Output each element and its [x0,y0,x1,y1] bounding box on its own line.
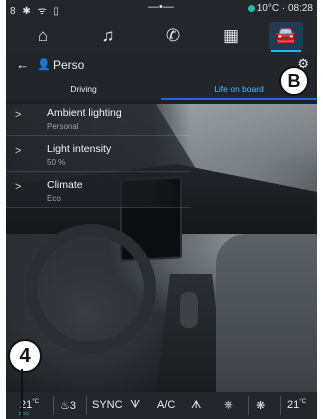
phone-icon[interactable]: ✆ [156,22,190,50]
steering-heat-icon[interactable]: ⎈ [224,399,233,412]
seat-heat-button[interactable]: ♨3 [60,399,76,412]
music-icon[interactable]: ♫ [91,22,125,50]
gear-lever-shape [180,292,198,328]
media-indicator: —•— [148,1,174,13]
outside-temperature: 10°C [256,3,280,14]
apps-grid-icon[interactable]: ▦ [214,22,248,50]
chevron-right-icon: > [15,109,22,121]
right-temperature[interactable]: 21°C [287,399,306,411]
profile-icon: 👤 [37,59,51,71]
ac-button[interactable]: A/C [157,399,175,411]
page-title: Perso [53,58,85,72]
divider [53,396,54,415]
list-item-light-intensity[interactable]: > Light intensity 50 % [6,136,191,172]
list-item-value: Eco [47,194,61,203]
fan-icon[interactable]: ❋ [256,399,265,412]
status-bar: 8 ✱ ᯤ ▯ —•— 10°C · 08:28 [6,0,317,18]
chevron-right-icon: > [15,181,22,193]
list-item-ambient-lighting[interactable]: > Ambient lighting Personal [6,100,191,136]
right-temp-value: 21 [287,399,300,411]
settings-list: > Ambient lighting Personal > Light inte… [6,100,191,208]
chevron-right-icon: > [15,145,22,157]
list-item-label: Ambient lighting [47,107,122,119]
sync-button[interactable]: SYNC [92,399,123,411]
list-item-label: Climate [47,179,83,191]
rear-defrost-icon[interactable]: ᗐ [130,399,140,412]
back-arrow-icon[interactable]: ← [16,57,29,72]
seat-heat-level: 3 [69,400,76,412]
right-temp-unit: °C [299,399,306,405]
seat-heat-icon: ♨ [60,400,70,412]
divider [280,396,281,415]
climate-bar: 21°C ECO ♨3 SYNC ᗐ A/C ᗑ ⎈ ❋ 21°C [6,392,317,419]
divider [248,396,249,415]
clock: 08:28 [287,3,313,14]
list-item-climate[interactable]: > Climate Eco [6,172,191,208]
home-icon[interactable]: ⌂ [26,22,60,50]
list-item-value: Personal [47,122,79,131]
page-header: ← 👤 Perso ⚙ [6,54,317,78]
tab-driving[interactable]: Driving [6,78,161,100]
steering-wheel-shape [26,224,156,354]
status-right: 10°C · 08:28 [247,3,313,14]
list-item-value: 50 % [47,158,66,167]
callout-b: B [279,66,309,96]
nav-bar: ⌂ ♫ ✆ ▦ 🚘 [6,18,317,54]
seat-shape [216,234,317,394]
tab-bar: Driving Life on board [6,78,317,100]
divider [86,396,87,415]
car-icon[interactable]: 🚘 [269,22,303,52]
status-icons: 8 ✱ ᯤ ▯ [10,6,61,17]
front-defrost-icon[interactable]: ᗑ [191,399,201,412]
callout-4: 4 [8,339,42,373]
list-item-label: Light intensity [47,143,112,155]
left-temp-unit: °C [32,399,39,405]
status-separator: · [281,3,286,14]
status-dot-icon [247,5,255,12]
callout-leader-line [21,369,23,417]
infotainment-screen: 8 ✱ ᯤ ▯ —•— 10°C · 08:28 ⌂ ♫ ✆ ▦ 🚘 ← 👤 P… [6,0,317,419]
